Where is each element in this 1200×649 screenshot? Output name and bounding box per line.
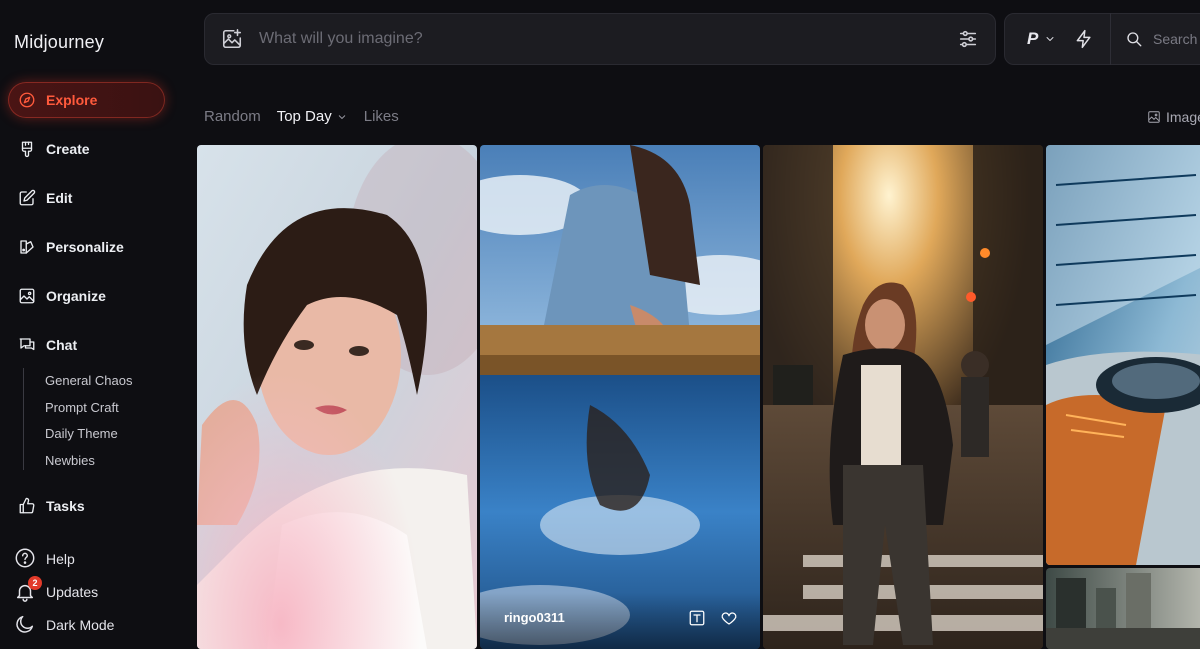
portrait-image (197, 145, 477, 649)
sidebar-item-label: Explore (46, 92, 98, 108)
search-icon (1127, 32, 1142, 47)
chat-room-daily-theme[interactable]: Daily Theme (45, 421, 132, 448)
settings-sliders-icon[interactable] (957, 28, 979, 50)
lightning-icon[interactable] (1074, 29, 1094, 49)
moon-icon (14, 613, 36, 638)
gallery-card-street[interactable] (763, 145, 1043, 649)
sidebar-item-label: Tasks (46, 498, 85, 514)
brush-icon (18, 140, 36, 158)
sidebar-item-label: Chat (46, 337, 78, 353)
sidebar-item-organize[interactable]: Organize (8, 278, 165, 314)
prompt-bar (204, 13, 996, 65)
sidebar-item-edit[interactable]: Edit (8, 180, 165, 216)
chat-icon (18, 336, 36, 354)
personalize-profile-button[interactable]: P (1027, 29, 1056, 49)
sidebar: Midjourney Explore Create Edit Personali… (0, 0, 184, 649)
filter-random[interactable]: Random (204, 108, 261, 125)
sidebar-item-create[interactable]: Create (8, 131, 165, 167)
gallery-card-city[interactable] (1046, 568, 1200, 649)
car-image (1046, 145, 1200, 565)
chevron-down-icon (338, 114, 346, 119)
chat-room-newbies[interactable]: Newbies (45, 448, 132, 475)
bell-icon: 2 (14, 576, 42, 603)
gallery-card-portrait[interactable] (197, 145, 477, 649)
filter-top-day-label: Top Day (276, 108, 332, 125)
sidebar-item-chat[interactable]: Chat (8, 327, 165, 363)
help-link[interactable]: Help (14, 546, 75, 572)
feed-filters: Random Top Day Likes (204, 108, 399, 125)
toolbar-divider (1110, 13, 1111, 65)
updates-label: Updates (46, 584, 99, 600)
add-image-icon[interactable] (221, 28, 243, 50)
street-image (763, 145, 1043, 649)
compass-icon (18, 91, 36, 109)
sidebar-item-label: Personalize (46, 239, 124, 255)
search-input[interactable] (1153, 31, 1200, 47)
gallery-card-reflection[interactable]: ringo0311 (480, 145, 760, 649)
sidebar-item-tasks[interactable]: Tasks (8, 488, 165, 524)
prompt-input[interactable] (259, 30, 957, 48)
gallery-card-car[interactable] (1046, 145, 1200, 565)
dark-mode-label: Dark Mode (46, 617, 115, 633)
updates-link[interactable]: 2 Updates (14, 576, 99, 605)
sidebar-item-explore[interactable]: Explore (8, 82, 165, 118)
right-toolbar: P (1004, 13, 1200, 65)
dark-mode-toggle[interactable]: Dark Mode (14, 612, 114, 638)
image-icon (1148, 111, 1160, 123)
city-image (1046, 568, 1200, 649)
images-toggle-label: Images (1166, 109, 1200, 125)
help-icon (14, 547, 36, 572)
sidebar-item-label: Organize (46, 288, 106, 304)
heart-icon[interactable] (720, 609, 738, 627)
chat-room-prompt-craft[interactable]: Prompt Craft (45, 395, 132, 422)
filter-top-day[interactable]: Top Day (277, 108, 348, 125)
app-logo[interactable]: Midjourney (14, 32, 104, 53)
images-toggle[interactable]: Images (1147, 109, 1200, 125)
personalize-label: P (1027, 29, 1039, 48)
chat-rooms-list: General Chaos Prompt Craft Daily Theme N… (23, 368, 132, 470)
help-label: Help (46, 551, 75, 567)
filter-likes[interactable]: Likes (364, 108, 399, 125)
prompt-text-icon[interactable] (688, 609, 706, 627)
sidebar-item-label: Create (46, 141, 90, 157)
personalize-icon (18, 238, 36, 256)
card-author[interactable]: ringo0311 (504, 610, 565, 625)
edit-icon (18, 189, 36, 207)
reflection-image (480, 145, 760, 649)
thumbs-up-icon (18, 497, 36, 515)
search-box[interactable] (1125, 30, 1200, 48)
updates-badge: 2 (28, 576, 42, 590)
chat-room-general-chaos[interactable]: General Chaos (45, 368, 132, 395)
chevron-down-icon (1046, 37, 1054, 41)
sidebar-item-personalize[interactable]: Personalize (8, 229, 165, 265)
image-gallery-icon (18, 287, 36, 305)
sidebar-item-label: Edit (46, 190, 73, 206)
